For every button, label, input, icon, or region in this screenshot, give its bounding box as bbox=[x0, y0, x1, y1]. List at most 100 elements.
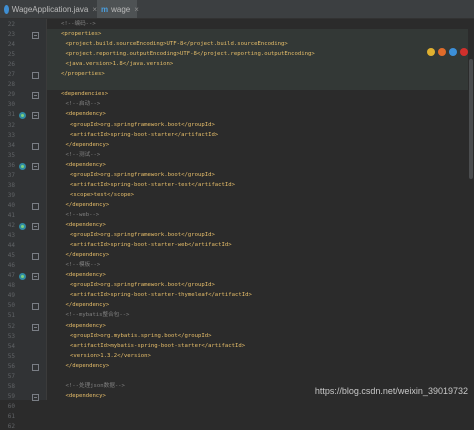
code-line: <groupId>org.springframework.boot</group… bbox=[70, 121, 215, 128]
line-number: 28 bbox=[7, 81, 15, 89]
line-number: 49 bbox=[7, 292, 15, 300]
line-number: 57 bbox=[7, 372, 15, 380]
line-number: 39 bbox=[7, 191, 15, 199]
code-line: <artifactId>spring-boot-starter-test</ar… bbox=[70, 181, 236, 188]
spring-bean-icon[interactable] bbox=[19, 162, 26, 170]
line-number: 29 bbox=[7, 91, 15, 99]
code-line: <dependency> bbox=[65, 322, 106, 329]
line-number: 56 bbox=[7, 362, 15, 370]
code-line: <project.reporting.outputEncoding>UTF-8<… bbox=[65, 51, 315, 58]
line-number: 53 bbox=[7, 332, 15, 340]
line-number: 38 bbox=[7, 181, 15, 189]
code-line: <properties> bbox=[61, 31, 102, 38]
code-line: </dependency> bbox=[65, 362, 110, 369]
code-line: </dependency> bbox=[65, 141, 110, 148]
tab-label: WageApplication.java bbox=[11, 4, 89, 14]
line-number: 40 bbox=[7, 201, 15, 209]
line-number: 26 bbox=[7, 61, 15, 69]
fold-icon[interactable] bbox=[32, 253, 39, 261]
code-line: <artifactId>spring-boot-starter-thymelea… bbox=[70, 292, 252, 299]
chrome-icon[interactable] bbox=[427, 48, 435, 56]
code-line: <!--模板--> bbox=[65, 262, 101, 269]
code-line: <!--处理json数据--> bbox=[65, 382, 125, 389]
fold-icon[interactable] bbox=[32, 162, 39, 170]
line-number: 42 bbox=[7, 222, 15, 229]
line-number: 36 bbox=[7, 161, 15, 169]
opera-icon[interactable] bbox=[460, 48, 468, 56]
line-number: 54 bbox=[7, 342, 15, 350]
line-number: 43 bbox=[7, 232, 15, 240]
line-number: 33 bbox=[7, 131, 15, 139]
code-line: <artifactId>spring-boot-starter</artifac… bbox=[70, 131, 219, 138]
code-line: <java.version>1.8</java.version> bbox=[65, 61, 174, 68]
code-line: <dependency> bbox=[65, 392, 106, 399]
line-number: 59 bbox=[7, 392, 15, 400]
code-line: </dependency> bbox=[65, 302, 110, 309]
fold-icon[interactable] bbox=[32, 92, 39, 100]
line-number: 50 bbox=[7, 302, 15, 310]
code-editor[interactable]: <!--编码--> <properties> <project.build.sour… bbox=[47, 19, 474, 400]
line-number: 48 bbox=[7, 282, 15, 290]
code-line: <dependency> bbox=[65, 222, 106, 228]
tab-wage-pom[interactable]: m wage × bbox=[97, 0, 139, 18]
maven-icon: m bbox=[101, 4, 109, 14]
line-number: 30 bbox=[7, 101, 15, 109]
scroll-thumb[interactable] bbox=[469, 59, 473, 179]
line-number: 44 bbox=[7, 242, 15, 250]
line-number: 55 bbox=[7, 352, 15, 360]
code-line: <!--编码--> bbox=[61, 21, 96, 27]
spring-bean-icon[interactable] bbox=[19, 273, 26, 281]
code-line: <!--测试--> bbox=[65, 151, 101, 158]
tab-wageapplication-java[interactable]: WageApplication.java × bbox=[0, 0, 97, 18]
tab-label: wage bbox=[111, 4, 131, 14]
code-line: <!--web--> bbox=[65, 211, 100, 218]
line-number: 31 bbox=[7, 111, 15, 119]
fold-icon[interactable] bbox=[32, 303, 39, 311]
line-number: 45 bbox=[7, 252, 15, 260]
code-line: <version>1.3.2</version> bbox=[70, 352, 151, 359]
code-line: <scope>test</scope> bbox=[70, 191, 134, 198]
fold-icon[interactable] bbox=[32, 72, 39, 80]
fold-icon[interactable] bbox=[32, 323, 39, 331]
line-number: 24 bbox=[7, 41, 15, 49]
line-number: 47 bbox=[7, 272, 15, 280]
selection-highlight bbox=[47, 29, 474, 90]
spring-bean-icon[interactable] bbox=[19, 223, 26, 230]
fold-icon[interactable] bbox=[32, 273, 39, 281]
code-line: <dependency> bbox=[65, 111, 106, 118]
safari-icon[interactable] bbox=[449, 48, 457, 56]
fold-icon[interactable] bbox=[32, 202, 39, 210]
line-number: 61 bbox=[7, 412, 15, 420]
line-number: 34 bbox=[7, 141, 15, 149]
line-number: 46 bbox=[7, 262, 15, 270]
line-number: 52 bbox=[7, 322, 15, 330]
code-line: <artifactId>spring-boot-starter-web</art… bbox=[70, 242, 232, 249]
code-line: <!--mybatis整合包--> bbox=[65, 312, 130, 319]
code-line: <dependencies> bbox=[61, 91, 109, 98]
code-line: <dependency> bbox=[65, 272, 106, 279]
firefox-icon[interactable] bbox=[438, 48, 446, 56]
java-class-icon bbox=[4, 4, 9, 14]
line-number: 32 bbox=[7, 121, 15, 129]
fold-icon[interactable] bbox=[32, 223, 39, 230]
fold-icon[interactable] bbox=[32, 363, 39, 371]
line-number: 25 bbox=[7, 51, 15, 59]
vertical-scrollbar[interactable] bbox=[468, 19, 474, 400]
code-line: <artifactId>mybatis-spring-boot-starter<… bbox=[70, 342, 246, 349]
code-line: <project.build.sourceEncoding>UTF-8</pro… bbox=[65, 41, 288, 48]
line-number: 51 bbox=[7, 312, 15, 320]
spring-bean-icon[interactable] bbox=[19, 112, 26, 120]
close-icon[interactable]: × bbox=[134, 5, 139, 14]
line-number: 37 bbox=[7, 171, 15, 179]
code-line: <groupId>org.springframework.boot</group… bbox=[70, 232, 215, 239]
line-number: 23 bbox=[7, 31, 15, 39]
code-line: </dependency> bbox=[65, 252, 110, 259]
fold-icon[interactable] bbox=[32, 142, 39, 150]
code-line: <dependency> bbox=[65, 161, 106, 168]
code-line: </properties> bbox=[61, 71, 105, 78]
fold-icon[interactable] bbox=[32, 32, 39, 40]
code-line: </dependency> bbox=[65, 201, 110, 208]
editor-tab-bar: WageApplication.java × m wage × bbox=[0, 0, 474, 19]
fold-icon[interactable] bbox=[32, 112, 39, 120]
browser-preview-toolbar bbox=[427, 48, 468, 56]
